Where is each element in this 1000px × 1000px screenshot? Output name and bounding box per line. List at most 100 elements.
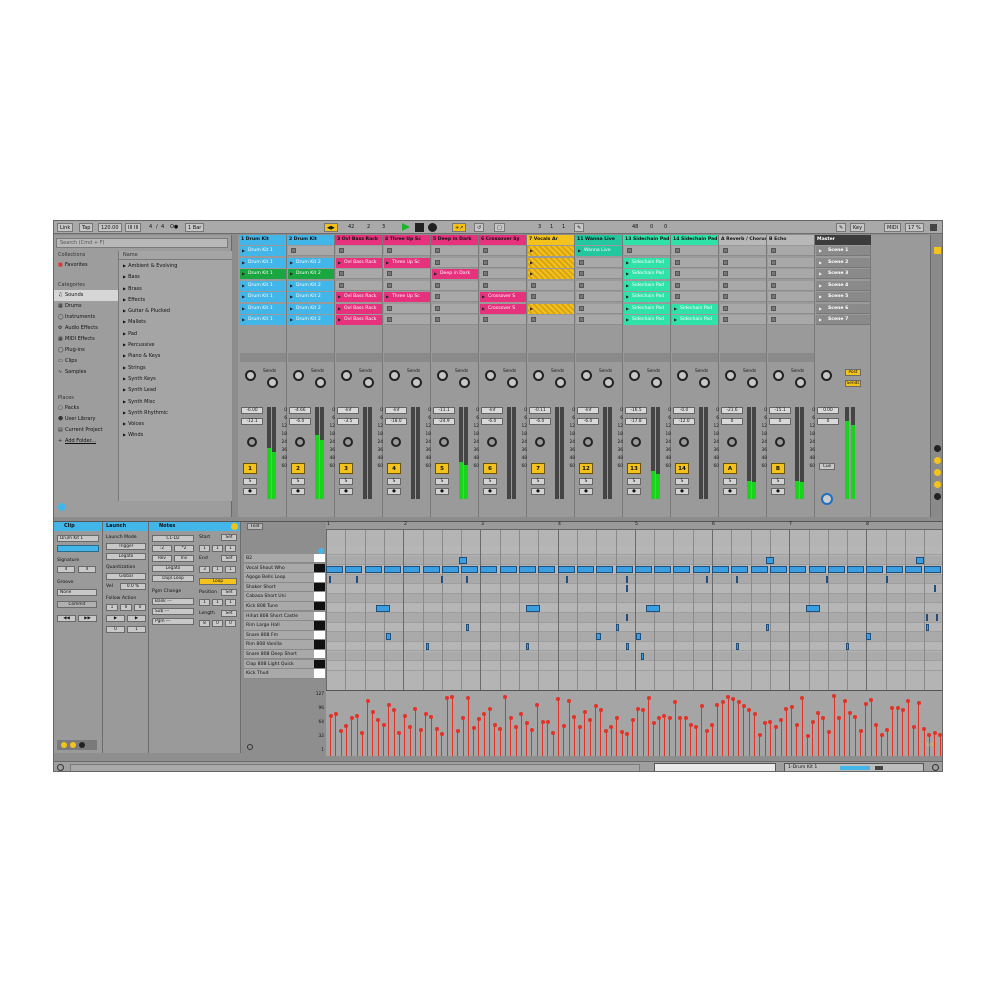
empty-clip-slot[interactable] — [768, 269, 814, 279]
arm-button[interactable]: ● — [483, 488, 497, 495]
slot-stop-icon[interactable] — [579, 294, 584, 299]
duplicate-loop-button[interactable]: Dupl.Loop — [152, 575, 194, 582]
sidebar-item-plugins[interactable]: ◯Plug-ins — [54, 345, 118, 356]
velocity-handle[interactable] — [874, 723, 879, 728]
velocity-handle[interactable] — [413, 707, 418, 712]
solo-button[interactable]: S — [723, 478, 737, 485]
track-activator-button[interactable]: A — [723, 463, 737, 474]
track-header[interactable]: 5 Deep in Dark — [431, 235, 478, 245]
clip-slot[interactable] — [528, 257, 574, 268]
clip-slot[interactable]: Ovl Bass Rack — [336, 292, 382, 302]
velocity-stem[interactable] — [372, 712, 374, 756]
midi-note[interactable] — [566, 575, 568, 583]
track-header[interactable]: 13 Sidechain Pad — [623, 235, 670, 245]
slot-stop-icon[interactable] — [579, 305, 584, 311]
slot-stop-icon[interactable] — [483, 248, 488, 253]
velocity-handle[interactable] — [890, 705, 895, 710]
position-sixteenth[interactable]: 3 — [382, 223, 385, 232]
browser-search-input[interactable]: Search (Cmd + F) — [56, 238, 228, 248]
follow-chance-b[interactable]: 1 — [127, 626, 146, 633]
velocity-stem[interactable] — [679, 717, 681, 756]
midi-note[interactable] — [706, 575, 708, 583]
velocity-stem[interactable] — [807, 735, 808, 756]
velocity-stem[interactable] — [923, 729, 925, 756]
volume-field[interactable]: -15.1 — [769, 407, 791, 414]
expand-arrow-icon[interactable]: ▶ — [123, 319, 126, 324]
empty-clip-slot[interactable] — [432, 246, 478, 256]
expand-arrow-icon[interactable]: ▶ — [123, 376, 126, 381]
empty-clip-slot[interactable] — [528, 292, 574, 302]
velocity-stem[interactable] — [462, 718, 464, 756]
velocity-stem[interactable] — [568, 700, 570, 756]
velocity-handle[interactable] — [561, 724, 566, 729]
browser-item[interactable]: ▶ Ambient & Evolving — [119, 260, 232, 271]
velocity-handle[interactable] — [858, 729, 863, 733]
solo-button[interactable]: S — [387, 478, 401, 485]
velocity-handle[interactable] — [688, 723, 693, 728]
position-set-button[interactable]: Set — [221, 589, 237, 596]
browser-item[interactable]: ▶ Synth Lead — [119, 384, 232, 395]
length-bar-field[interactable]: 8 — [199, 620, 210, 627]
empty-clip-slot[interactable] — [384, 269, 430, 279]
expand-arrow-icon[interactable]: ▶ — [123, 274, 126, 279]
velocity-handle[interactable] — [482, 712, 487, 716]
send-b-knob[interactable] — [795, 377, 806, 388]
slot-stop-icon[interactable] — [771, 248, 776, 253]
cue-button[interactable]: Cue — [819, 463, 835, 470]
stop-icon[interactable] — [415, 223, 424, 232]
notes-tab[interactable]: Notes — [149, 522, 240, 531]
piano-key[interactable] — [314, 611, 325, 621]
velocity-stem[interactable] — [388, 704, 390, 756]
velocity-handle[interactable] — [900, 707, 905, 712]
end-beat-field[interactable]: 1 — [212, 566, 223, 573]
clip-tab[interactable]: Clip — [54, 522, 102, 531]
empty-clip-slot[interactable] — [576, 280, 622, 291]
velocity-stem[interactable] — [801, 697, 803, 756]
volume-field[interactable]: -11.1 — [433, 407, 455, 414]
signature-denominator[interactable]: 4 — [78, 566, 96, 573]
position-bar-field[interactable]: 1 — [199, 599, 210, 606]
velocity-stem[interactable] — [865, 704, 867, 756]
empty-clip-slot[interactable] — [576, 257, 622, 268]
length-beat-field[interactable]: 0 — [212, 620, 223, 627]
clip-slot[interactable] — [528, 246, 574, 256]
velocity-handle[interactable] — [535, 703, 540, 708]
velocity-handle[interactable] — [805, 733, 810, 738]
midi-note[interactable] — [519, 566, 536, 574]
velocity-handle[interactable] — [572, 715, 577, 720]
expand-arrow-icon[interactable]: ▶ — [123, 297, 126, 302]
midi-note[interactable] — [403, 566, 421, 574]
velocity-stem[interactable] — [398, 732, 400, 756]
browser-item[interactable]: ▶ Guitar & Plucked — [119, 305, 232, 316]
midi-note[interactable] — [934, 585, 936, 593]
clip-slot[interactable] — [528, 303, 574, 314]
expand-arrow-icon[interactable]: ▶ — [123, 432, 126, 437]
velocity-handle[interactable] — [455, 729, 460, 734]
velocity-handle[interactable] — [461, 716, 465, 721]
expand-arrow-icon[interactable]: ▶ — [123, 331, 126, 336]
velocity-handle[interactable] — [519, 712, 524, 717]
drum-pad-name[interactable]: Rim Large Hall — [244, 621, 314, 631]
sidebar-item-current-project[interactable]: ▤ Current Project — [54, 425, 118, 436]
empty-clip-slot[interactable] — [384, 246, 430, 256]
midi-note[interactable] — [426, 643, 429, 650]
midi-note[interactable] — [866, 633, 871, 641]
velocity-stem[interactable] — [663, 716, 665, 756]
velocity-handle[interactable] — [694, 724, 699, 729]
clip-slot[interactable]: Drum Kit 2 — [288, 315, 334, 325]
velocity-handle[interactable] — [614, 716, 619, 720]
velocity-stem[interactable] — [345, 726, 347, 756]
slot-stop-icon[interactable] — [435, 248, 440, 253]
midi-note[interactable] — [916, 556, 924, 564]
key-map-button[interactable]: Key — [850, 223, 866, 232]
track-activator-button[interactable]: 7 — [531, 463, 545, 474]
velocity-stem[interactable] — [897, 708, 899, 756]
empty-clip-slot[interactable] — [720, 303, 766, 314]
scene-launch[interactable]: Scene 5 — [816, 292, 870, 302]
volume-field[interactable]: -4.66 — [289, 407, 311, 414]
velocity-stem[interactable] — [759, 735, 761, 756]
velocity-handle[interactable] — [386, 702, 391, 707]
velocity-stem[interactable] — [918, 702, 920, 756]
velocity-handle[interactable] — [932, 730, 937, 735]
velocity-stem[interactable] — [732, 698, 734, 756]
